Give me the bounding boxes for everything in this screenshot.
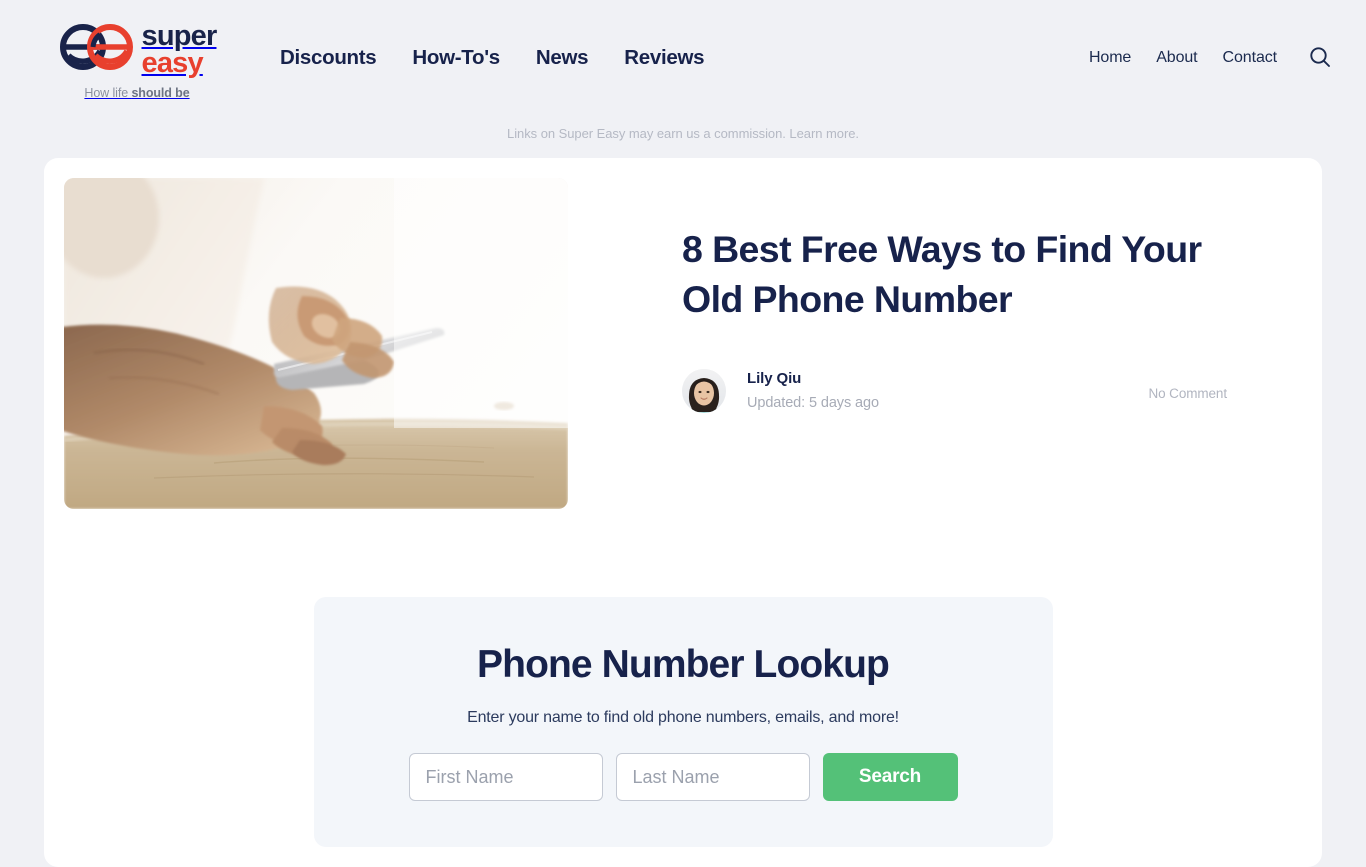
last-name-input[interactable] [615, 753, 810, 801]
nav-item-reviews[interactable]: Reviews [624, 46, 704, 70]
lookup-form: Search [374, 753, 993, 801]
brand-tagline-prefix: How life [84, 86, 132, 101]
lookup-widget-wrapper: Phone Number Lookup Enter your name to f… [64, 597, 1302, 847]
brand-logo-link[interactable]: super easy How life should be [44, 0, 230, 100]
first-name-input[interactable] [408, 753, 603, 801]
article-header: 8 Best Free Ways to Find Your Old Phone … [64, 178, 1302, 509]
super-easy-double-e-logo-icon [58, 23, 136, 75]
brand-word-super: super [141, 20, 218, 52]
search-icon [1308, 45, 1332, 72]
nav-item-home[interactable]: Home [1089, 49, 1131, 67]
lookup-search-button[interactable]: Search [822, 753, 958, 801]
brand-wordmark: super easy [141, 20, 218, 79]
comment-count[interactable]: No Comment [1148, 380, 1227, 401]
disclaimer-text: Links on Super Easy may earn us a commis… [507, 126, 790, 141]
phone-number-lookup-widget: Phone Number Lookup Enter your name to f… [313, 597, 1053, 847]
secondary-navigation: Home About Contact [1089, 0, 1332, 116]
nav-item-contact[interactable]: Contact [1223, 49, 1278, 67]
byline-text: Lily Qiu Updated: 5 days ago [747, 370, 879, 411]
nav-item-discounts[interactable]: Discounts [280, 46, 377, 70]
avatar[interactable] [682, 368, 726, 413]
disclaimer-learn-more-link[interactable]: Learn more. [789, 126, 859, 141]
nav-item-about[interactable]: About [1156, 49, 1197, 67]
nav-item-news[interactable]: News [536, 46, 589, 70]
byline: Lily Qiu Updated: 5 days ago No Comment [682, 368, 1227, 413]
updated-timestamp: Updated: 5 days ago [747, 395, 879, 412]
brand-row: super easy [58, 20, 218, 79]
search-toggle-button[interactable] [1308, 45, 1332, 72]
article-card: 8 Best Free Ways to Find Your Old Phone … [44, 158, 1322, 867]
brand-tagline: How life should be [84, 86, 189, 100]
lookup-title: Phone Number Lookup [477, 643, 890, 686]
article-body: 8 Best Free Ways to Find Your Old Phone … [568, 178, 1302, 509]
affiliate-disclaimer: Links on Super Easy may earn us a commis… [0, 126, 1366, 141]
primary-navigation: Discounts How-To's News Reviews [280, 0, 705, 116]
author-name[interactable]: Lily Qiu [747, 370, 801, 387]
lookup-subtitle: Enter your name to find old phone number… [467, 709, 899, 726]
brand-word-easy: easy [141, 46, 204, 79]
article-hero-image [64, 178, 568, 509]
site-header: super easy How life should be Discounts … [0, 0, 1366, 112]
nav-item-how-tos[interactable]: How-To's [412, 46, 500, 70]
brand-tagline-bold: should be [131, 86, 190, 101]
page-title: 8 Best Free Ways to Find Your Old Phone … [682, 228, 1202, 320]
